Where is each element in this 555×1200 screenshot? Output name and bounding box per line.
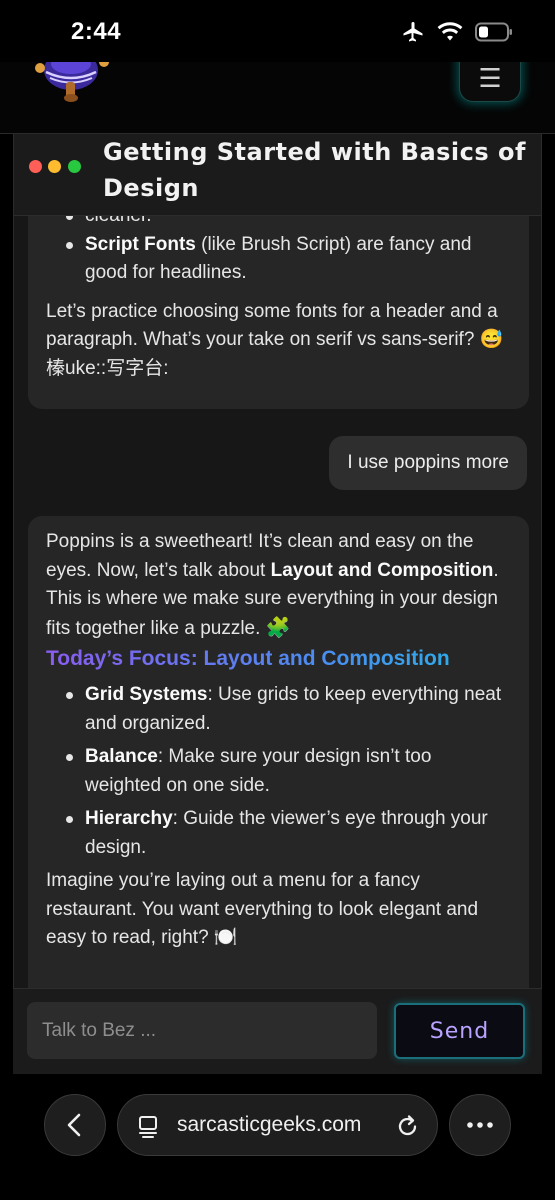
list-item: Script Fonts (like Brush Script) are fan… [66, 231, 511, 288]
url-text: sarcasticgeeks.com [177, 1113, 362, 1136]
more-icon [467, 1122, 493, 1128]
message-list[interactable]: cleaner. Script Fonts (like Brush Script… [14, 216, 541, 1074]
chat-window: Getting Started with Basics of Design cl… [13, 134, 542, 1074]
chat-input-area: Send [13, 988, 542, 1074]
hamburger-icon: ☰ [478, 62, 502, 93]
send-button[interactable]: Send [394, 1003, 525, 1059]
airplane-icon [403, 22, 423, 42]
chat-input[interactable] [27, 1002, 377, 1059]
back-icon [67, 1113, 81, 1137]
list-item-bold: Hierarchy [85, 808, 173, 829]
list-item-bold: Balance [85, 746, 158, 767]
page-icon [139, 1116, 157, 1138]
bullet-list: Grid Systems: Use grids to keep everythi… [46, 681, 511, 862]
list-item: Grid Systems: Use grids to keep everythi… [66, 681, 511, 738]
more-button[interactable] [449, 1094, 511, 1156]
menu-button[interactable]: ☰ [459, 62, 521, 102]
window-close-dot[interactable] [29, 160, 42, 173]
puzzle-emoji: 🧩 [265, 616, 291, 639]
list-item: Hierarchy: Guide the viewer’s eye throug… [66, 805, 511, 862]
mascot-logo[interactable] [30, 62, 112, 104]
message-paragraph: Poppins is a sweetheart! It’s clean and … [46, 528, 511, 643]
address-bar[interactable]: sarcasticgeeks.com [117, 1094, 438, 1156]
battery-icon [475, 22, 512, 42]
chat-title: Getting Started with Basics of Design [103, 138, 526, 202]
status-bar: 2:44 [0, 0, 555, 62]
message-paragraph: Imagine you’re laying out a menu for a f… [46, 870, 479, 948]
reload-icon[interactable] [396, 1113, 420, 1139]
list-item-text: cleaner. [85, 216, 152, 226]
list-item: Balance: Make sure your design isn’t too… [66, 743, 511, 800]
user-message: I use poppins more [329, 436, 527, 490]
wifi-icon [437, 22, 463, 41]
list-item-bold: Script Fonts [85, 233, 196, 255]
status-time: 2:44 [71, 18, 122, 45]
list-item: cleaner. [66, 216, 511, 231]
window-maximize-dot[interactable] [68, 160, 81, 173]
back-button[interactable] [44, 1094, 106, 1156]
bullet-list: Script Fonts (like Brush Script) are fan… [46, 231, 511, 288]
site-header: ☰ [0, 62, 555, 134]
list-item-bold: Grid Systems [85, 684, 208, 705]
bullet-list: cleaner. [46, 216, 511, 231]
window-minimize-dot[interactable] [48, 160, 61, 173]
browser-toolbar: sarcasticgeeks.com [0, 1074, 555, 1200]
bot-message: cleaner. Script Fonts (like Brush Script… [28, 216, 529, 409]
focus-heading: Today’s Focus: Layout and Composition [46, 643, 511, 675]
user-message-text: I use poppins more [347, 452, 509, 473]
chat-window-bar: Getting Started with Basics of Design [14, 134, 541, 216]
status-icons [401, 20, 513, 44]
intro-bold: Layout and Composition [270, 559, 494, 581]
message-paragraph: Let’s practice choosing some fonts for a… [46, 300, 504, 379]
